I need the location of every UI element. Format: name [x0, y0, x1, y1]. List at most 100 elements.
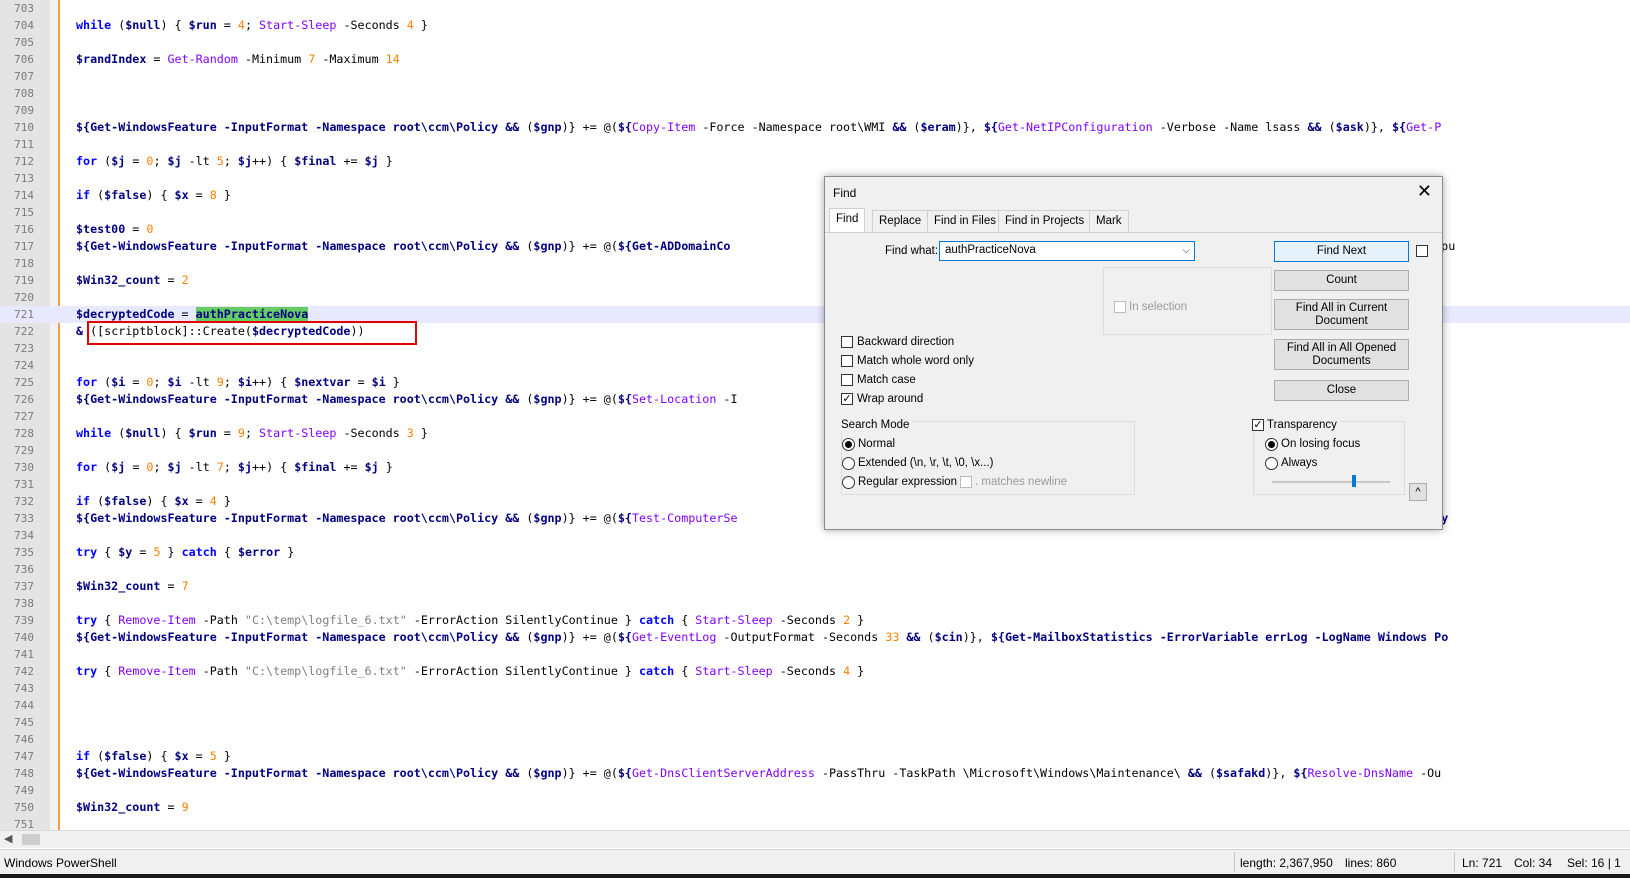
tab-find[interactable]: Find — [829, 208, 866, 233]
line-number: 703 — [14, 2, 34, 15]
code-token: Test-ComputerSe — [631, 511, 738, 525]
code-line[interactable]: 708 — [0, 85, 1630, 102]
code-line[interactable]: 709 — [0, 102, 1630, 119]
mode-extended-radio[interactable] — [842, 457, 855, 470]
count-button[interactable]: Count — [1274, 270, 1409, 291]
code-line[interactable]: 744 — [0, 697, 1630, 714]
code-line[interactable]: 711 — [0, 136, 1630, 153]
code-token: 33 — [885, 630, 900, 644]
transparency-slider[interactable] — [1272, 481, 1390, 483]
checkmark-icon: ✓ — [1253, 419, 1263, 431]
mode-regex-radio[interactable] — [842, 476, 855, 489]
code-line[interactable]: 703 — [0, 0, 1630, 17]
transparency-slider-thumb[interactable] — [1352, 475, 1356, 487]
code-line[interactable]: 749 — [0, 782, 1630, 799]
annotation-highlight-box — [87, 321, 417, 345]
code-token: $false — [104, 749, 147, 763]
line-number: 734 — [14, 529, 34, 542]
code-token: && — [1187, 766, 1202, 780]
line-number: 716 — [14, 223, 34, 236]
code-token: ; — [153, 375, 168, 389]
code-token: -Seconds — [772, 613, 844, 627]
code-line[interactable]: 746 — [0, 731, 1630, 748]
code-line[interactable]: 712 for ($j = 0; $j -lt 5; $j++) { $final… — [0, 153, 1630, 170]
code-line[interactable]: 742 try { Remove-Item -Path "C:\temp\logf… — [0, 663, 1630, 680]
code-token: )} += @( — [561, 392, 618, 406]
close-icon[interactable]: ✕ — [1417, 181, 1432, 201]
code-token: Start-Sleep — [259, 426, 337, 440]
code-token: -Minimum — [237, 52, 309, 66]
code-token: 9 — [237, 426, 245, 440]
match-case-checkbox[interactable] — [841, 374, 853, 386]
code-line[interactable]: 750 $Win32_count = 9 — [0, 799, 1630, 816]
scroll-left-icon[interactable]: ◀ — [4, 832, 12, 845]
backward-direction-label: Backward direction — [857, 336, 955, 348]
tab-mark[interactable]: Mark — [1089, 210, 1129, 232]
line-code: $Win32_count = 7 — [76, 578, 189, 595]
code-token: } — [378, 154, 393, 168]
line-code: if ($false) { $x = 5 } — [76, 748, 231, 765]
code-token: = — [125, 154, 147, 168]
code-line[interactable]: 707 — [0, 68, 1630, 85]
find-all-current-document-button[interactable]: Find All in Current Document — [1274, 299, 1409, 330]
code-line[interactable]: 706 $randIndex = Get-Random -Minimum 7 -M… — [0, 51, 1630, 68]
wrap-around-checkbox[interactable]: ✓ — [841, 393, 853, 405]
mode-normal-radio[interactable] — [842, 438, 855, 451]
code-line[interactable]: 741 — [0, 646, 1630, 663]
find-what-input[interactable]: authPracticeNova ⌵ — [939, 241, 1195, 261]
tab-find-in-files[interactable]: Find in Files — [927, 210, 1003, 232]
code-token: -Seconds — [336, 18, 407, 32]
match-whole-word-checkbox[interactable] — [841, 355, 853, 367]
always-radio[interactable] — [1265, 457, 1278, 470]
code-line[interactable]: 743 — [0, 680, 1630, 697]
code-line[interactable]: 737 $Win32_count = 7 — [0, 578, 1630, 595]
close-button[interactable]: Close — [1274, 380, 1409, 401]
line-number: 733 — [14, 512, 34, 525]
code-token: Set-Location — [631, 392, 717, 406]
code-token: && — [899, 630, 928, 644]
find-next-button[interactable]: Find Next — [1274, 241, 1409, 262]
code-token: ${ — [1293, 766, 1308, 780]
code-token: 9 — [216, 375, 224, 389]
tab-find-in-projects[interactable]: Find in Projects — [998, 210, 1092, 232]
line-code: $Win32_count = 9 — [76, 799, 189, 816]
code-line[interactable]: 738 — [0, 595, 1630, 612]
code-line[interactable]: 748 ${Get-WindowsFeature -InputFormat -Na… — [0, 765, 1630, 782]
code-line[interactable]: 751 — [0, 816, 1630, 830]
code-token: $i — [111, 375, 126, 389]
code-line[interactable]: 710 ${Get-WindowsFeature -InputFormat -Na… — [0, 119, 1630, 136]
tab-replace[interactable]: Replace — [872, 210, 929, 232]
code-token: } — [385, 375, 400, 389]
chevron-down-icon[interactable]: ⌵ — [1182, 242, 1190, 260]
code-line[interactable]: 745 — [0, 714, 1630, 731]
code-token: ${Get-WindowsFeature -InputFormat -Names… — [76, 392, 499, 406]
line-number: 735 — [14, 546, 34, 559]
code-line[interactable]: 705 — [0, 34, 1630, 51]
code-token: 7 — [216, 460, 224, 474]
collapse-dialog-button[interactable]: ^ — [1409, 483, 1427, 501]
code-line[interactable]: 704 while ($null) { $run = 4; Start-Sleep… — [0, 17, 1630, 34]
code-token: 0 — [146, 222, 154, 236]
code-line[interactable]: 735 try { $y = 5 } catch { $error } — [0, 544, 1630, 561]
code-token: = — [188, 749, 210, 763]
in-selection-checkbox[interactable] — [1114, 301, 1126, 313]
code-line[interactable]: 739 try { Remove-Item -Path "C:\temp\logf… — [0, 612, 1630, 629]
matches-newline-checkbox[interactable] — [960, 476, 972, 488]
code-line[interactable]: 736 — [0, 561, 1630, 578]
backward-direction-checkbox[interactable] — [841, 336, 853, 348]
horizontal-scrollbar[interactable]: ◀ — [0, 830, 1630, 848]
scrollbar-thumb[interactable] — [22, 834, 40, 845]
code-token: if — [76, 494, 91, 508]
transparency-checkbox[interactable]: ✓ — [1252, 419, 1264, 431]
code-line[interactable]: 740 ${Get-WindowsFeature -InputFormat -Na… — [0, 629, 1630, 646]
code-token: & — [76, 324, 84, 338]
code-token: -Verbose -Name lsass — [1152, 120, 1308, 134]
code-token: = — [216, 426, 238, 440]
on-losing-focus-radio[interactable] — [1265, 438, 1278, 451]
code-line[interactable]: 747 if ($false) { $x = 5 } — [0, 748, 1630, 765]
button-label-line: Documents — [1312, 355, 1371, 367]
find-all-opened-documents-button[interactable]: Find All in All Opened Documents — [1274, 339, 1409, 370]
line-number: 707 — [14, 70, 34, 83]
code-token: ${Get-WindowsFeature -InputFormat -Names… — [76, 630, 499, 644]
find-next-option-checkbox[interactable] — [1416, 245, 1428, 257]
